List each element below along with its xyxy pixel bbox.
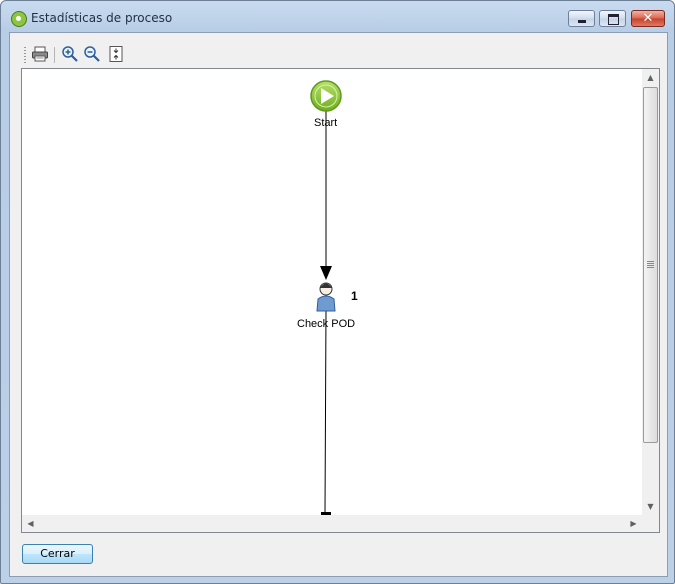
start-node-label: Start <box>314 117 338 129</box>
scroll-left-icon[interactable]: ◀ <box>22 515 39 532</box>
window-title: Estadísticas de proceso <box>31 11 173 25</box>
process-diagram <box>310 80 342 515</box>
flow-connector-start-to-check <box>320 111 332 280</box>
check-pod-node[interactable] <box>316 282 336 312</box>
print-button[interactable] <box>30 44 50 64</box>
toolbar-separator <box>54 47 55 63</box>
vertical-scrollbar[interactable]: ▲ ▼ <box>642 69 659 515</box>
scroll-right-icon[interactable]: ▶ <box>625 515 642 532</box>
maximize-icon <box>608 14 619 25</box>
fit-to-page-icon <box>109 46 123 62</box>
zoom-out-button[interactable] <box>82 44 102 64</box>
diagram-toolbar <box>20 42 160 67</box>
user-task-icon <box>316 282 336 312</box>
start-node[interactable] <box>310 80 342 112</box>
scroll-up-icon[interactable]: ▲ <box>642 69 659 86</box>
dialog-body: Start Check POD 1 ▲ ▼ ◀ ▶ Cerrar <box>9 32 668 577</box>
printer-icon <box>32 46 48 62</box>
scroll-down-icon[interactable]: ▼ <box>642 498 659 515</box>
process-diagram-canvas[interactable]: Start Check POD 1 ▲ ▼ ◀ ▶ <box>21 68 660 533</box>
zoom-in-icon <box>62 46 78 62</box>
task-count-badge: 1 <box>351 289 358 303</box>
minimize-icon <box>578 20 586 23</box>
title-bar[interactable]: Estadísticas de proceso ✕ <box>1 1 674 33</box>
fit-to-page-button[interactable] <box>106 44 126 64</box>
horizontal-scrollbar[interactable]: ◀ ▶ <box>22 515 642 532</box>
close-icon: ✕ <box>642 11 654 26</box>
app-icon <box>11 11 27 27</box>
maximize-button[interactable] <box>599 10 626 27</box>
zoom-out-icon <box>84 46 100 62</box>
zoom-in-button[interactable] <box>60 44 80 64</box>
close-button[interactable]: Cerrar <box>22 544 93 564</box>
process-statistics-window: Estadísticas de proceso ✕ Start Check PO… <box>0 0 675 584</box>
scrollbar-corner <box>642 515 659 532</box>
minimize-button[interactable] <box>568 10 595 27</box>
thumb-grip <box>647 261 654 268</box>
vertical-scroll-thumb[interactable] <box>643 87 658 443</box>
close-window-button[interactable]: ✕ <box>631 10 665 27</box>
flow-connector-check-to-end <box>321 308 331 515</box>
toolbar-grip[interactable] <box>24 47 26 63</box>
check-pod-node-label: Check POD <box>297 318 356 330</box>
